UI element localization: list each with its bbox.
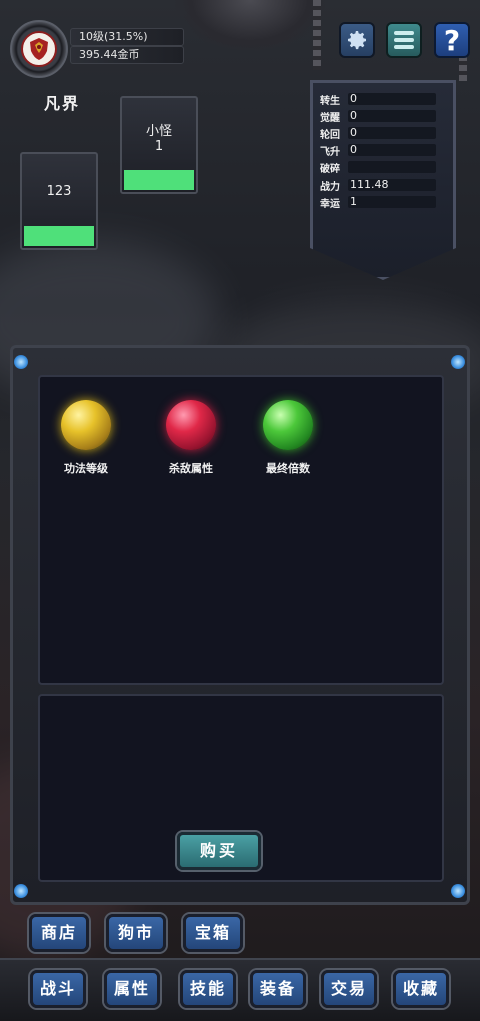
gold-text: 395.44金币 bbox=[79, 48, 140, 61]
nav-treasure-chest[interactable]: 宝箱 bbox=[183, 914, 243, 952]
stat-row: 转生 0 bbox=[320, 92, 436, 107]
help-icon: ? bbox=[443, 23, 461, 57]
stat-row: 幸运 1 bbox=[320, 195, 436, 210]
orb-label-final-multiplier: 最终倍数 bbox=[266, 462, 310, 475]
nav-dog-market[interactable]: 狗市 bbox=[106, 914, 166, 952]
crest-icon bbox=[21, 31, 57, 67]
stat-key: 飞升 bbox=[320, 146, 340, 158]
stat-row: 战力 111.48 bbox=[320, 178, 436, 193]
stat-value bbox=[348, 161, 436, 173]
green-orb-icon[interactable] bbox=[263, 400, 313, 450]
level-indicator: 10级(31.5%) bbox=[70, 28, 184, 46]
red-orb-icon[interactable] bbox=[166, 400, 216, 450]
stat-value: 1 bbox=[348, 196, 436, 208]
list-icon bbox=[394, 31, 414, 49]
stat-row: 轮回 0 bbox=[320, 126, 436, 141]
monster-name: 小怪 bbox=[145, 124, 172, 139]
monster-count: 1 bbox=[154, 139, 164, 154]
yellow-orb-icon[interactable] bbox=[61, 400, 111, 450]
monster-name: 123 bbox=[46, 184, 72, 199]
stat-row: 觉醒 0 bbox=[320, 109, 436, 124]
nav-attributes[interactable]: 属性 bbox=[104, 970, 160, 1008]
player-avatar[interactable] bbox=[10, 20, 68, 78]
top-ornament bbox=[175, 0, 325, 52]
buy-button[interactable]: 购买 bbox=[177, 832, 261, 870]
stat-key: 转生 bbox=[320, 95, 340, 107]
stat-row: 破碎 bbox=[320, 160, 436, 175]
stat-value: 0 bbox=[348, 127, 436, 139]
stat-key: 破碎 bbox=[320, 163, 340, 175]
help-button[interactable]: ? bbox=[434, 22, 470, 58]
gear-icon bbox=[348, 31, 366, 50]
panel-corner-gem bbox=[14, 355, 28, 369]
settings-button[interactable] bbox=[339, 22, 375, 58]
stat-value: 0 bbox=[348, 144, 436, 156]
panel-corner-gem bbox=[14, 884, 28, 898]
menu-button[interactable] bbox=[386, 22, 422, 58]
stat-row: 飞升 0 bbox=[320, 143, 436, 158]
nav-collection[interactable]: 收藏 bbox=[393, 970, 449, 1008]
monster-hp-bar bbox=[124, 170, 194, 190]
chain-right bbox=[459, 55, 467, 81]
stat-key: 轮回 bbox=[320, 129, 340, 141]
stat-key: 觉醒 bbox=[320, 112, 340, 124]
monster-card[interactable]: 123 bbox=[20, 152, 98, 250]
nav-skills[interactable]: 技能 bbox=[180, 970, 236, 1008]
gold-indicator: 395.44金币 bbox=[70, 46, 184, 64]
level-text: 10级(31.5%) bbox=[79, 30, 148, 43]
monster-hp-bar bbox=[24, 226, 94, 246]
panel-corner-gem bbox=[451, 355, 465, 369]
realm-title: 凡界 bbox=[44, 94, 81, 113]
chain-left bbox=[313, 0, 321, 70]
monster-card[interactable]: 小怪 1 bbox=[120, 96, 198, 194]
nav-equipment[interactable]: 装备 bbox=[250, 970, 306, 1008]
nav-shop[interactable]: 商店 bbox=[29, 914, 89, 952]
stat-key: 幸运 bbox=[320, 198, 340, 210]
nav-battle[interactable]: 战斗 bbox=[30, 970, 86, 1008]
orb-label-kill-attr: 杀敌属性 bbox=[169, 462, 213, 475]
panel-corner-gem bbox=[451, 884, 465, 898]
stat-key: 战力 bbox=[320, 181, 340, 193]
nav-trade[interactable]: 交易 bbox=[321, 970, 377, 1008]
stat-value: 111.48 bbox=[348, 179, 436, 191]
stat-value: 0 bbox=[348, 110, 436, 122]
stat-value: 0 bbox=[348, 93, 436, 105]
orb-label-skill-level: 功法等级 bbox=[64, 462, 108, 475]
